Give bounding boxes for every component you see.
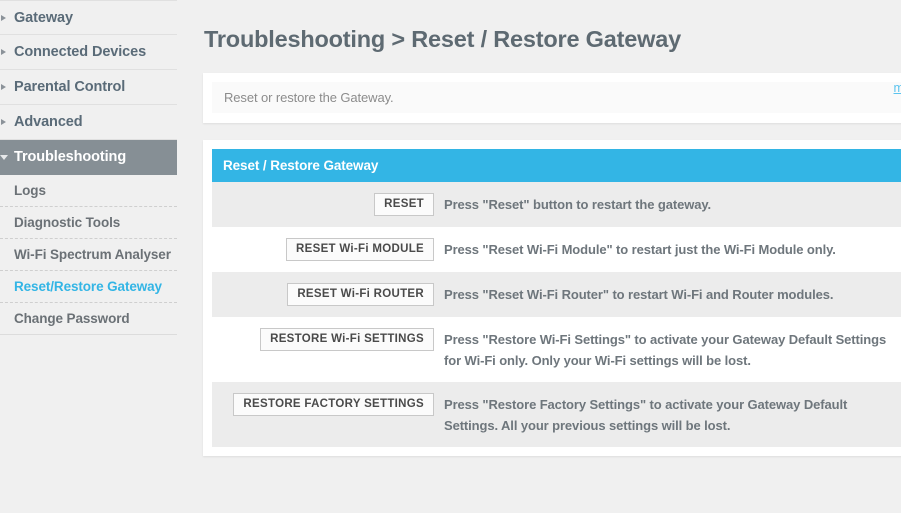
card-header-title: Reset / Restore Gateway — [212, 149, 901, 182]
sidebar-subitem-logs[interactable]: Logs — [0, 175, 177, 207]
table-row: RESET Wi-Fi MODULE Press "Reset Wi-Fi Mod… — [212, 227, 901, 272]
sidebar-top-level-list: Gateway Connected Devices Parental Control… — [0, 0, 177, 175]
reset-wi-fi-router-button[interactable]: RESET Wi-Fi ROUTER — [287, 283, 434, 306]
table-row: RESTORE FACTORY SETTINGS Press "Restore F… — [212, 382, 901, 447]
row-description: Press "Restore Wi-Fi Settings" to activa… — [444, 332, 887, 368]
sidebar-subitem-label: Reset/Restore Gateway — [14, 279, 162, 294]
sidebar-subitem-label: Wi-Fi Spectrum Analyser — [14, 247, 171, 262]
sidebar-item-label: Troubleshooting — [14, 149, 127, 165]
sidebar-subitem-diagnostic-tools[interactable]: Diagnostic Tools — [0, 207, 177, 239]
row-button-cell: RESET Wi-Fi MODULE — [212, 238, 444, 261]
row-button-cell: RESTORE FACTORY SETTINGS — [212, 393, 444, 416]
row-button-cell: RESET — [212, 193, 444, 216]
reset-button[interactable]: RESET — [374, 193, 434, 216]
chevron-right-icon — [1, 84, 6, 90]
reset-restore-card: Reset / Restore Gateway RESET Press "Rese… — [203, 140, 901, 456]
sidebar-item-troubleshooting[interactable]: Troubleshooting — [0, 140, 177, 175]
row-description: Press "Reset" button to restart the gate… — [444, 197, 712, 212]
sidebar-item-label: Parental Control — [14, 79, 126, 95]
sidebar-item-advanced[interactable]: Advanced — [0, 105, 177, 140]
chevron-right-icon — [1, 14, 6, 21]
table-row: RESTORE Wi-Fi SETTINGS Press "Restore Wi-… — [212, 317, 901, 382]
sidebar-subitem-reset-restore-gateway[interactable]: Reset/Restore Gateway — [0, 271, 177, 303]
sidebar-subitem-label: Change Password — [14, 311, 130, 326]
action-rows-container: RESET Press "Reset" button to restart the… — [212, 182, 901, 447]
row-description: Press "Reset Wi-Fi Router" to restart Wi… — [444, 287, 834, 302]
sidebar-item-label: Advanced — [14, 114, 83, 130]
main-content: Troubleshooting > Reset / Restore Gatewa… — [177, 0, 901, 513]
sidebar-item-label: Gateway — [14, 10, 73, 26]
sidebar-subitem-change-password[interactable]: Change Password — [0, 303, 177, 335]
description-panel: Reset or restore the Gateway. more — [203, 73, 901, 123]
reset-wi-fi-module-button[interactable]: RESET Wi-Fi MODULE — [286, 238, 434, 261]
more-link[interactable]: more — [894, 73, 901, 104]
row-description: Press "Reset Wi-Fi Module" to restart ju… — [444, 242, 836, 257]
description-text: Reset or restore the Gateway. — [224, 90, 394, 105]
sidebar-subitem-label: Logs — [14, 183, 46, 198]
sidebar-subitem-wi-fi-spectrum-analyser[interactable]: Wi-Fi Spectrum Analyser — [0, 239, 177, 271]
sidebar-subitem-label: Diagnostic Tools — [14, 215, 121, 230]
chevron-right-icon — [1, 119, 6, 125]
sidebar: Gateway Connected Devices Parental Control… — [0, 0, 177, 513]
row-button-cell: RESET Wi-Fi ROUTER — [212, 283, 444, 306]
sidebar-item-label: Connected Devices — [14, 44, 147, 60]
description-bar: Reset or restore the Gateway. more — [212, 81, 901, 113]
sidebar-item-connected-devices[interactable]: Connected Devices — [0, 35, 177, 70]
restore-factory-settings-button[interactable]: RESTORE FACTORY SETTINGS — [233, 393, 434, 416]
table-row: RESET Wi-Fi ROUTER Press "Reset Wi-Fi Rou… — [212, 272, 901, 317]
chevron-right-icon — [1, 49, 6, 55]
row-button-cell: RESTORE Wi-Fi SETTINGS — [212, 328, 444, 351]
sidebar-sub-level-list: Logs Diagnostic Tools Wi-Fi Spectrum Analy… — [0, 175, 177, 335]
restore-wi-fi-settings-button[interactable]: RESTORE Wi-Fi SETTINGS — [260, 328, 434, 351]
chevron-down-icon — [0, 155, 8, 160]
sidebar-item-gateway[interactable]: Gateway — [0, 0, 177, 35]
page-title: Troubleshooting > Reset / Restore Gatewa… — [204, 26, 681, 52]
table-row: RESET Press "Reset" button to restart the… — [212, 182, 901, 227]
sidebar-item-parental-control[interactable]: Parental Control — [0, 70, 177, 105]
row-description: Press "Restore Factory Settings" to acti… — [444, 397, 848, 433]
page-root: Gateway Connected Devices Parental Control… — [0, 0, 901, 513]
